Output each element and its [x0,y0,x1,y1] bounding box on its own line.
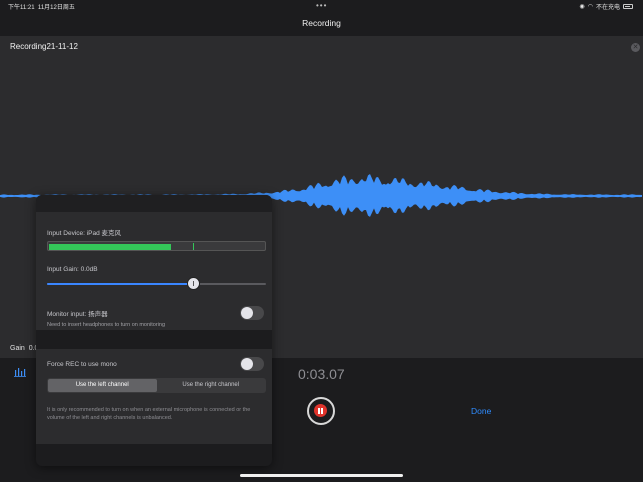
monitor-hint: Need to insert headphones to turn on mon… [47,322,166,328]
multitask-dots-icon[interactable]: ••• [316,1,327,10]
location-icon: ◉ [579,4,585,10]
segment-right-channel[interactable]: Use the right channel [157,379,266,392]
monitor-toggle[interactable] [240,306,264,320]
recording-name-field[interactable]: Recording21-11-12 [10,42,78,51]
input-level-meter [47,241,266,251]
pause-record-button[interactable] [307,397,335,425]
wifi-icon: ◠ [587,4,593,10]
clear-name-icon[interactable]: ✕ [631,43,640,52]
input-settings-popover: Input Device: iPad 麦克风 Input Gain: 0.0dB… [36,195,272,466]
charging-status: 不在充电 [595,5,620,11]
battery-icon [623,4,633,9]
gain-readout: Gain 0.0 [10,345,39,352]
audio-settings-icon[interactable] [14,367,26,377]
elapsed-time: 0:03.07 [298,366,345,382]
channel-segmented-control: Use the left channel Use the right chann… [47,378,266,393]
meter-peak-marker [193,243,195,250]
monitor-input-label: Monitor input: 扬声器 [47,311,108,318]
input-gain-label: Input Gain: 0.0dB [47,266,98,273]
status-time: 下午11:21 11月12日周五 [8,5,75,11]
meter-right-bar [49,246,171,250]
segment-left-channel[interactable]: Use the left channel [48,379,157,392]
done-button[interactable]: Done [471,406,491,416]
force-mono-label: Force REC to use mono [47,361,117,368]
status-indicators: ◉ ◠ 不在充电 [579,2,633,11]
force-mono-toggle-knob [241,358,253,370]
popover-header [36,195,272,212]
status-bar: 下午11:21 11月12日周五 ••• ◉ ◠ 不在充电 [0,0,643,12]
force-mono-toggle[interactable] [240,357,264,371]
page-title: Recording [302,18,341,28]
input-gain-slider[interactable] [47,277,266,290]
monitor-toggle-knob [241,307,253,319]
pause-icon [314,404,327,417]
input-device-label[interactable]: Input Device: iPad 麦克风 [47,227,121,237]
mono-note: It is only recommended to turn on when a… [47,407,251,421]
gain-slider-fill [47,283,194,285]
home-indicator[interactable] [240,474,403,477]
